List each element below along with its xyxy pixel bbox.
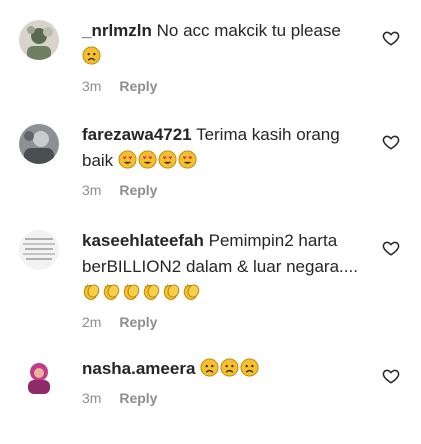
worried-face-emoji-icon <box>220 358 239 377</box>
clap-emoji-icon <box>182 282 201 301</box>
clap-emoji-icon <box>82 282 101 301</box>
comment-time: 3m <box>82 78 102 94</box>
comment-time: 2m <box>82 314 102 330</box>
avatar[interactable] <box>19 20 59 60</box>
comment-meta: 2m Reply <box>82 314 373 330</box>
comment-meta: 3m Reply <box>82 390 373 406</box>
profile-photo-icon <box>19 124 59 164</box>
heart-eyes-emoji-icon <box>138 150 157 169</box>
avatar[interactable] <box>19 124 59 164</box>
heart-outline-icon[interactable] <box>382 29 400 47</box>
clap-emoji-icon <box>102 282 121 301</box>
avatar[interactable] <box>19 230 59 270</box>
reply-button[interactable]: Reply <box>119 314 157 330</box>
worried-face-emoji-icon <box>240 358 259 377</box>
avatar[interactable] <box>19 358 59 398</box>
comment-time: 3m <box>82 390 102 406</box>
reply-button[interactable]: Reply <box>119 182 157 198</box>
comment-username[interactable]: _nrlmzln <box>82 21 152 40</box>
comment-text: farezawa4721 Terima kasih orang baik <box>82 122 373 174</box>
heart-eyes-emoji-icon <box>178 150 197 169</box>
comment-meta: 3m Reply <box>82 78 373 94</box>
comment-text: _nrlmzln No acc makcik tu please <box>82 18 373 70</box>
profile-photo-icon <box>19 358 59 398</box>
comment-username[interactable]: farezawa4721 <box>82 125 192 144</box>
worried-face-emoji-icon <box>82 46 101 65</box>
comment-message: No acc makcik tu please <box>156 21 341 40</box>
profile-photo-icon <box>19 20 59 60</box>
clap-emoji-icon <box>142 282 161 301</box>
heart-outline-icon[interactable] <box>382 133 400 151</box>
heart-outline-icon[interactable] <box>382 367 400 385</box>
heart-outline-icon[interactable] <box>382 239 400 257</box>
profile-photo-icon <box>19 230 59 270</box>
reply-button[interactable]: Reply <box>119 78 157 94</box>
comment-time: 3m <box>82 182 102 198</box>
reply-button[interactable]: Reply <box>119 390 157 406</box>
comment-body: _nrlmzln No acc makcik tu please 3m Repl… <box>82 18 373 94</box>
comment-username[interactable]: kaseehlateefah <box>82 231 204 250</box>
comment-meta: 3m Reply <box>82 182 373 198</box>
comment-body: nasha.ameera 3m Reply <box>82 356 373 406</box>
heart-eyes-emoji-icon <box>158 150 177 169</box>
comment-body: kaseehlateefah Pemimpin2 harta berBILLIO… <box>82 228 373 330</box>
heart-eyes-emoji-icon <box>118 150 137 169</box>
worried-face-emoji-icon <box>200 358 219 377</box>
clap-emoji-icon <box>162 282 181 301</box>
comment-text: nasha.ameera <box>82 356 373 382</box>
comment-text: kaseehlateefah Pemimpin2 harta berBILLIO… <box>82 228 373 306</box>
comment-username[interactable]: nasha.ameera <box>82 359 195 378</box>
comment-body: farezawa4721 Terima kasih orang baik 3m … <box>82 122 373 198</box>
clap-emoji-icon <box>122 282 141 301</box>
